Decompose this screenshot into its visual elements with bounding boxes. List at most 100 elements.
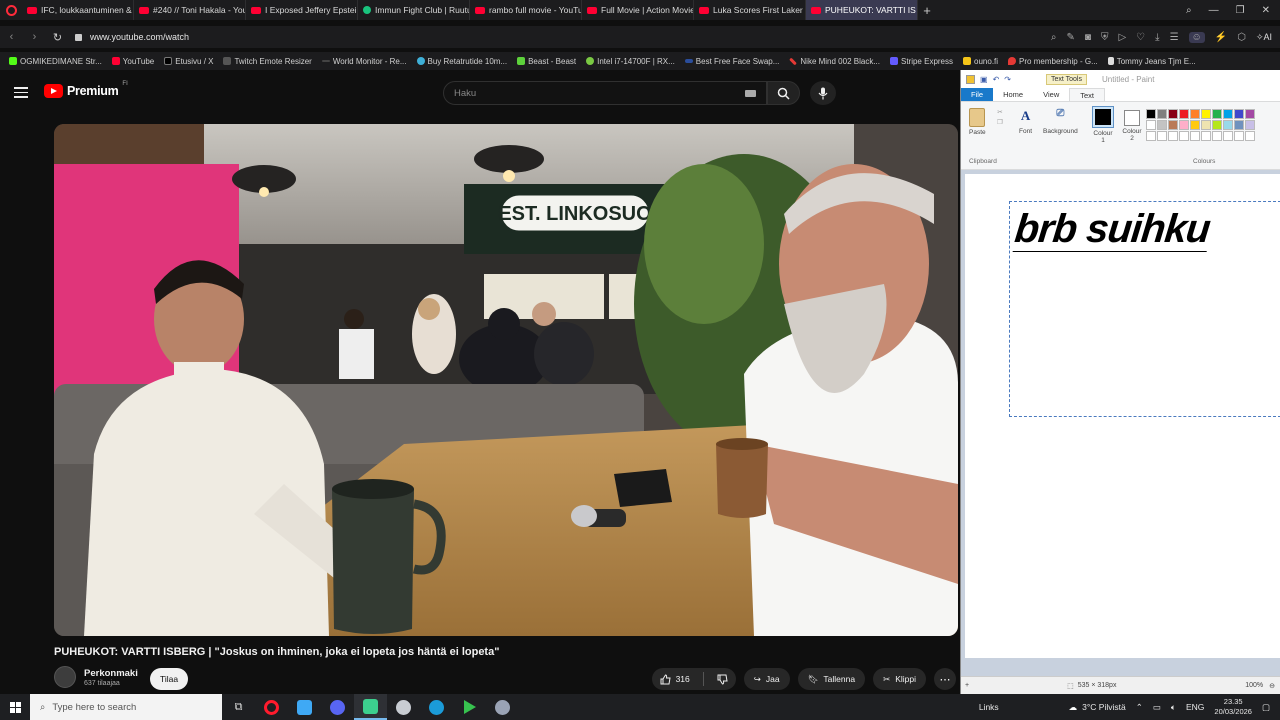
bookmark[interactable]: Etusivu / X — [159, 57, 218, 66]
task-view-icon[interactable]: ⧉ — [222, 694, 255, 720]
maximize-icon[interactable]: ❐ — [1236, 5, 1245, 16]
cube-icon[interactable]: ⬡ — [1237, 32, 1246, 43]
weather-widget[interactable]: ☁ 3°C Pilvistä — [1069, 702, 1126, 713]
palette-swatch[interactable] — [1212, 120, 1222, 130]
bookmark[interactable]: World Monitor - Re... — [317, 57, 412, 66]
bookmark[interactable]: Best Free Face Swap... — [680, 57, 785, 66]
camera-icon[interactable]: ◙ — [1085, 32, 1091, 43]
opera-logo-icon[interactable] — [0, 0, 22, 20]
bookmark[interactable]: Tommy Jeans Tjm E... — [1103, 57, 1201, 66]
bookmark[interactable]: Nike Mind 002 Black... — [784, 57, 885, 66]
palette-swatch[interactable] — [1179, 109, 1189, 119]
paste-button[interactable]: Paste — [969, 108, 986, 136]
palette-swatch-empty[interactable] — [1223, 131, 1233, 141]
bookmark[interactable]: ouno.fi — [958, 57, 1003, 66]
palette-swatch-empty[interactable] — [1157, 131, 1167, 141]
tab-view[interactable]: View — [1033, 88, 1069, 101]
bookmark[interactable]: Intel i7-14700F | RX... — [581, 57, 680, 66]
keyboard-icon[interactable] — [745, 89, 756, 97]
edge-icon[interactable] — [420, 694, 453, 720]
language-indicator[interactable]: ENG — [1186, 702, 1204, 712]
text-box[interactable]: brb suihku — [1009, 201, 1280, 417]
browser-tab[interactable]: I Exposed Jeffery Epstein's — [246, 0, 358, 20]
video-player[interactable]: EST. LINKOSUO — [54, 124, 958, 636]
zoom-out-icon[interactable]: ⊖ — [1269, 682, 1275, 690]
redo-icon[interactable]: ↷ — [1004, 75, 1011, 84]
bookmark[interactable]: Twitch Emote Resizer — [218, 57, 316, 66]
play-icon[interactable]: ▷ — [1118, 32, 1126, 43]
shield-icon[interactable]: ⛨ — [1101, 32, 1109, 43]
more-actions-icon[interactable]: ⋯ — [934, 668, 956, 690]
extension-icon[interactable]: ⚡ — [1215, 32, 1227, 43]
new-tab-button[interactable]: + — [918, 3, 936, 18]
taskbar-search-input[interactable]: ⌕ Type here to search — [30, 694, 222, 720]
palette-swatch[interactable] — [1234, 120, 1244, 130]
like-button[interactable]: 316 — [652, 668, 698, 690]
palette-swatch-empty[interactable] — [1201, 131, 1211, 141]
copy-icon[interactable]: ❐ — [997, 118, 1003, 128]
notifications-icon[interactable]: ▢ — [1262, 702, 1270, 713]
back-icon[interactable]: ‹ — [0, 31, 23, 43]
network-icon[interactable]: ▭ — [1153, 702, 1161, 713]
chevron-up-icon[interactable]: ⌃ — [1136, 702, 1143, 713]
heart-icon[interactable]: ♡ — [1136, 32, 1145, 43]
add-icon[interactable]: + — [965, 682, 969, 689]
channel-name[interactable]: Perkonmaki — [84, 668, 138, 679]
background-button[interactable]: ⎚ Background — [1043, 108, 1078, 135]
undo-icon[interactable]: ↶ — [993, 75, 1000, 84]
palette-swatch[interactable] — [1212, 109, 1222, 119]
bookmark[interactable]: OGMIKEDIMANE Str... — [4, 57, 107, 66]
browser-tab[interactable]: rambo full movie - YouTu — [470, 0, 582, 20]
palette-swatch[interactable] — [1168, 109, 1178, 119]
palette-swatch-empty[interactable] — [1245, 131, 1255, 141]
snipping-tool-icon[interactable] — [486, 694, 519, 720]
clip-button[interactable]: ✂ Klippi — [873, 668, 926, 690]
url-field[interactable]: www.youtube.com/watch — [90, 32, 189, 42]
youtube-premium-logo[interactable]: Premium FI — [44, 81, 128, 98]
palette-swatch[interactable] — [1146, 120, 1156, 130]
tab-home[interactable]: Home — [993, 88, 1033, 101]
palette-swatch[interactable] — [1223, 120, 1233, 130]
start-button[interactable] — [0, 701, 30, 713]
tab-text[interactable]: Text — [1069, 88, 1105, 101]
reload-icon[interactable]: ↻ — [46, 31, 69, 44]
photos-app-icon[interactable] — [288, 694, 321, 720]
palette-swatch[interactable] — [1245, 109, 1255, 119]
bookmark[interactable]: Buy Retatrutide 10m... — [412, 57, 513, 66]
save-button[interactable]: 🔖︎ Tallenna — [797, 668, 866, 690]
palette-swatch-empty[interactable] — [1234, 131, 1244, 141]
palette-swatch[interactable] — [1157, 109, 1167, 119]
share-button[interactable]: ↪ Jaa — [743, 668, 790, 690]
palette-swatch[interactable] — [1234, 109, 1244, 119]
bookmark[interactable]: YouTube — [107, 57, 159, 66]
palette-swatch[interactable] — [1190, 109, 1200, 119]
browser-tab[interactable]: Full Movie | Action Movie — [582, 0, 694, 20]
search-input[interactable]: Haku — [443, 81, 767, 105]
tab-file[interactable]: File — [961, 88, 994, 101]
download-icon[interactable]: ⤓ — [1155, 32, 1159, 43]
canvas-text[interactable]: brb suihku — [1012, 207, 1212, 252]
palette-swatch-empty[interactable] — [1212, 131, 1222, 141]
search-button[interactable] — [767, 81, 800, 105]
forward-icon[interactable]: › — [23, 31, 46, 43]
bookmark[interactable]: Stripe Express — [885, 57, 958, 66]
cut-icon[interactable]: ✂ — [997, 108, 1003, 118]
palette-swatch-empty[interactable] — [1179, 131, 1189, 141]
browser-tab[interactable]: IFC, loukkaantuminen & — [22, 0, 134, 20]
discord-icon[interactable] — [321, 694, 354, 720]
edit-icon[interactable]: ✎ — [1067, 32, 1075, 43]
clock[interactable]: 23.35 20/03/2026 — [1214, 697, 1252, 717]
channel-avatar[interactable] — [54, 666, 76, 688]
palette-swatch[interactable] — [1157, 120, 1167, 130]
close-window-icon[interactable]: ✕ — [1262, 5, 1270, 16]
font-button[interactable]: A Font — [1019, 108, 1032, 135]
palette-swatch[interactable] — [1201, 109, 1211, 119]
search-icon[interactable]: ⌕ — [1051, 32, 1057, 43]
palette-swatch[interactable] — [1223, 109, 1233, 119]
paint-canvas[interactable]: brb suihku — [965, 174, 1280, 658]
search-tabs-icon[interactable]: ⌕ — [1186, 5, 1192, 16]
ai-button[interactable]: ✧AI — [1256, 32, 1272, 43]
opera-taskbar-icon[interactable] — [255, 694, 288, 720]
palette-swatch[interactable] — [1245, 120, 1255, 130]
browser-tab[interactable]: Immun Fight Club | Ruutu — [358, 0, 470, 20]
